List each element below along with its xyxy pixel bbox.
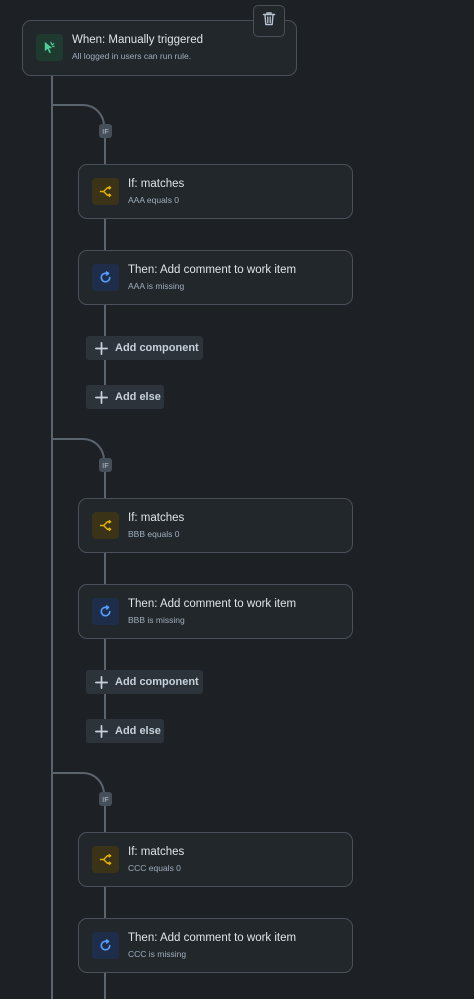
- add-else-button[interactable]: Add else: [86, 719, 164, 743]
- branch-connector: [53, 104, 105, 128]
- if-badge: IF: [99, 792, 112, 806]
- trigger-subtitle: All logged in users can run rule.: [72, 51, 192, 61]
- action-card[interactable]: Then: Add comment to work item CCC is mi…: [78, 918, 353, 973]
- action-card[interactable]: Then: Add comment to work item BBB is mi…: [78, 584, 353, 639]
- branch-connector: [53, 772, 105, 796]
- action-refresh-icon: [92, 598, 119, 625]
- main-flow-line: [51, 76, 53, 999]
- add-else-label: Add else: [115, 391, 161, 403]
- branch-condition-icon: [92, 846, 119, 873]
- trigger-title: When: Manually triggered: [72, 34, 204, 46]
- add-component-button[interactable]: Add component: [86, 336, 203, 360]
- action-card[interactable]: Then: Add comment to work item AAA is mi…: [78, 250, 353, 305]
- add-else-label: Add else: [115, 725, 161, 737]
- if-badge: IF: [99, 124, 112, 138]
- condition-title: If: matches: [128, 178, 185, 190]
- action-refresh-icon: [92, 264, 119, 291]
- branch-condition-icon: [92, 178, 119, 205]
- condition-card[interactable]: If: matches BBB equals 0: [78, 498, 353, 553]
- condition-subtitle: CCC equals 0: [128, 863, 181, 873]
- add-component-button[interactable]: Add component: [86, 670, 203, 694]
- delete-button[interactable]: [253, 5, 285, 37]
- action-subtitle: AAA is missing: [128, 281, 185, 291]
- action-refresh-icon: [92, 932, 119, 959]
- add-component-label: Add component: [115, 676, 199, 688]
- trash-icon: [262, 11, 276, 31]
- condition-subtitle: AAA equals 0: [128, 195, 180, 205]
- condition-title: If: matches: [128, 512, 185, 524]
- condition-title: If: matches: [128, 846, 185, 858]
- action-subtitle: CCC is missing: [128, 949, 187, 959]
- condition-card[interactable]: If: matches AAA equals 0: [78, 164, 353, 219]
- action-subtitle: BBB is missing: [128, 615, 185, 625]
- action-title: Then: Add comment to work item: [128, 264, 297, 276]
- action-title: Then: Add comment to work item: [128, 598, 297, 610]
- condition-card[interactable]: If: matches CCC equals 0: [78, 832, 353, 887]
- branch-connector: [53, 438, 105, 462]
- add-else-button[interactable]: Add else: [86, 385, 164, 409]
- plus-icon: [95, 675, 108, 689]
- branch-condition-icon: [92, 512, 119, 539]
- plus-icon: [95, 724, 108, 738]
- plus-icon: [95, 390, 108, 404]
- condition-subtitle: BBB equals 0: [128, 529, 180, 539]
- add-component-label: Add component: [115, 342, 199, 354]
- if-badge: IF: [99, 458, 112, 472]
- action-title: Then: Add comment to work item: [128, 932, 297, 944]
- plus-icon: [95, 341, 108, 355]
- cursor-click-icon: [36, 34, 63, 61]
